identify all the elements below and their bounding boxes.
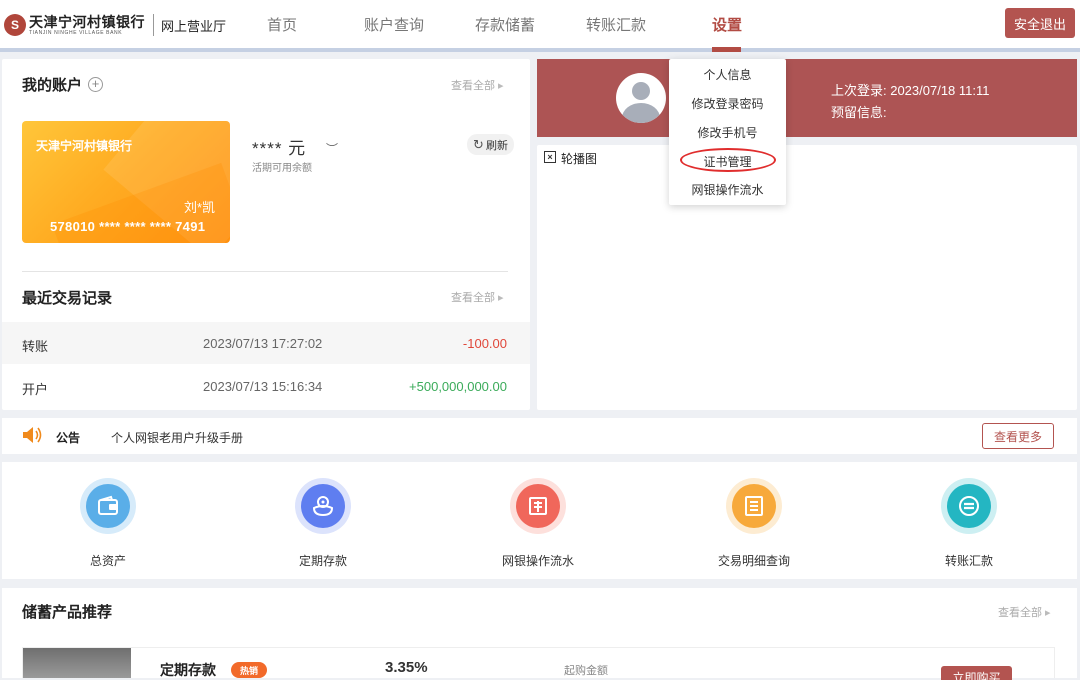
notice-link[interactable]: 个人网银老用户升级手册 (111, 429, 243, 446)
broken-image-icon: × (544, 151, 556, 163)
balance-label: 活期可用余额 (252, 163, 312, 174)
speaker-icon (23, 427, 42, 443)
see-more-button[interactable]: 查看更多 (982, 423, 1054, 449)
tx-type: 转账 (22, 339, 49, 354)
transfer-icon (947, 484, 991, 528)
card-holder-name: 刘*凯 (183, 200, 215, 215)
shortcut-label: 转账汇款 (944, 554, 993, 568)
shortcut-fixed-deposit[interactable] (295, 478, 351, 534)
recent-transactions-title: 最近交易记录 (22, 290, 113, 307)
nav-home[interactable]: 首页 (267, 14, 297, 35)
hot-badge: 热销 (231, 662, 267, 678)
shortcut-label: 总资产 (89, 554, 126, 568)
tx-amount: -100.00 (462, 336, 507, 351)
bank-logo-icon: S (4, 14, 26, 36)
list-icon (732, 484, 776, 528)
menu-item-operation-log[interactable]: 网银操作流水 (669, 181, 786, 198)
refresh-label: 刷新 (485, 139, 508, 152)
product-min-amount-label: 起购金额 (564, 665, 608, 677)
section-divider (22, 271, 508, 272)
tx-time: 2023/07/13 15:16:34 (203, 379, 323, 394)
refresh-button[interactable]: ↻ 刷新 (467, 134, 514, 155)
my-account-title: 我的账户 (22, 77, 83, 94)
card-number: 578010 **** **** **** 7491 (50, 219, 206, 234)
receipt-icon (516, 484, 560, 528)
bank-name: 天津宁河村镇银行 (29, 13, 145, 30)
refresh-icon: ↻ (473, 136, 484, 152)
menu-item-personal-info[interactable]: 个人信息 (669, 66, 786, 83)
account-see-all-link[interactable]: 查看全部 (451, 77, 504, 93)
shortcut-label: 交易明细查询 (717, 554, 790, 568)
nav-deposit[interactable]: 存款储蓄 (475, 14, 535, 35)
logo-divider (153, 14, 154, 36)
products-title: 储蓄产品推荐 (22, 604, 113, 621)
table-row[interactable]: 开户 2023/07/13 15:16:34 +500,000,000.00 (2, 365, 530, 407)
transactions-see-all-link[interactable]: 查看全部 (451, 289, 504, 305)
shortcut-label: 网银操作流水 (501, 554, 574, 568)
piggy-icon (301, 484, 345, 528)
balance-amount: **** 元 (252, 139, 307, 158)
highlight-circle (680, 148, 776, 172)
logo-subtitle: 网上营业厅 (161, 18, 227, 34)
nav-active-indicator (712, 47, 741, 52)
nav-account-query[interactable]: 账户查询 (364, 14, 424, 35)
logout-button[interactable]: 安全退出 (1005, 8, 1075, 38)
menu-item-change-phone[interactable]: 修改手机号 (669, 124, 786, 141)
nav-settings[interactable]: 设置 (712, 14, 742, 35)
shortcut-operation-log[interactable] (510, 478, 566, 534)
products-see-all-link[interactable]: 查看全部 (998, 604, 1051, 620)
shortcut-label: 定期存款 (298, 554, 347, 568)
last-login-text: 上次登录: 2023/07/18 11:11 (831, 83, 990, 98)
bank-name-en: TIANJIN NINGHE VILLAGE BANK (29, 29, 123, 36)
tx-time: 2023/07/13 17:27:02 (203, 336, 323, 351)
card-bank-name: 天津宁河村镇银行 (36, 139, 133, 153)
product-name: 定期存款 (160, 662, 216, 678)
table-row[interactable]: 转账 2023/07/13 17:27:02 -100.00 (2, 322, 530, 364)
add-account-icon[interactable]: + (88, 77, 103, 92)
shortcut-transaction-query[interactable] (726, 478, 782, 534)
bank-logo[interactable]: S 天津宁河村镇银行 TIANJIN NINGHE VILLAGE BANK 网… (4, 10, 226, 40)
product-rate: 3.35% (385, 659, 428, 676)
product-image (23, 648, 131, 678)
bank-card[interactable]: 天津宁河村镇银行 刘*凯 578010 **** **** **** 7491 (22, 121, 230, 243)
avatar[interactable] (616, 73, 666, 123)
eye-closed-icon[interactable]: ︶ (326, 140, 338, 157)
carousel-alt-text: 轮播图 (561, 152, 598, 166)
notice-label: 公告 (56, 431, 81, 445)
tx-type: 开户 (22, 382, 49, 397)
shortcut-transfer[interactable] (941, 478, 997, 534)
menu-item-change-password[interactable]: 修改登录密码 (669, 95, 786, 112)
reserved-info-text: 预留信息: (831, 105, 887, 120)
shortcut-total-assets[interactable] (80, 478, 136, 534)
nav-transfer[interactable]: 转账汇款 (586, 14, 646, 35)
tx-amount: +500,000,000.00 (409, 379, 507, 394)
carousel[interactable] (537, 145, 1077, 410)
wallet-icon (86, 484, 130, 528)
